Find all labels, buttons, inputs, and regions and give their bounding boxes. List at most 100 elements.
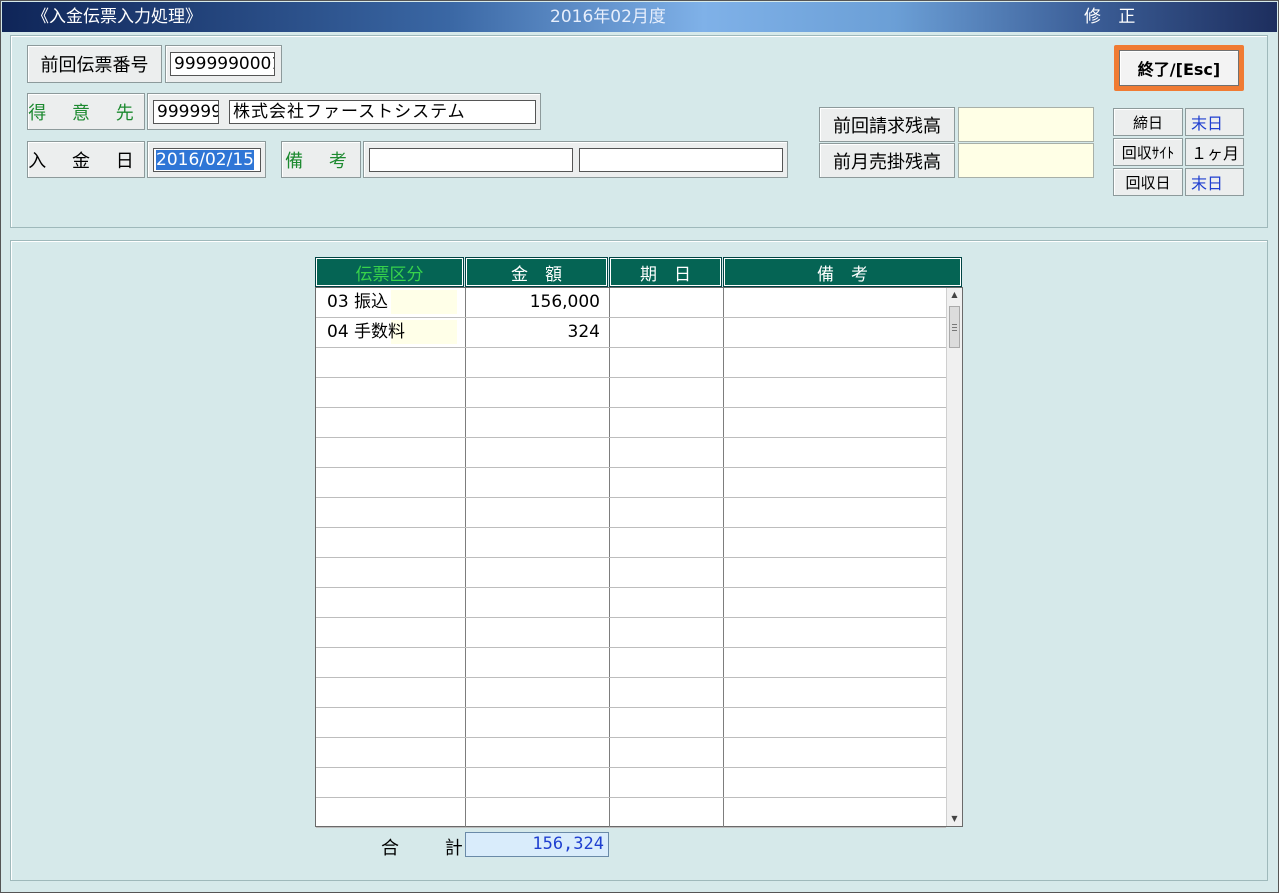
cell-amount[interactable] [466, 558, 610, 587]
table-row[interactable] [316, 468, 946, 498]
cell-amount[interactable] [466, 708, 610, 737]
cell-kubun[interactable] [316, 408, 466, 437]
table-row[interactable] [316, 528, 946, 558]
cell-kubun[interactable] [316, 678, 466, 707]
table-row[interactable] [316, 588, 946, 618]
date-input[interactable]: 2016/02/15 [153, 148, 261, 172]
cell-amount[interactable] [466, 528, 610, 557]
cell-memo[interactable] [724, 408, 946, 437]
cell-kubun[interactable]: 04 手数料 [316, 318, 466, 347]
cell-memo[interactable] [724, 768, 946, 797]
exit-button[interactable]: 終了/[Esc] [1119, 50, 1239, 86]
cell-kubun[interactable] [316, 648, 466, 677]
cell-amount[interactable]: 324 [466, 318, 610, 347]
cell-kubun[interactable] [316, 618, 466, 647]
table-row[interactable] [316, 678, 946, 708]
cell-due[interactable] [610, 588, 724, 617]
cell-memo[interactable] [724, 378, 946, 407]
cell-kubun[interactable] [316, 468, 466, 497]
grid-scrollbar[interactable]: ▲ ▼ [946, 288, 962, 826]
table-row[interactable] [316, 408, 946, 438]
cell-memo[interactable] [724, 498, 946, 527]
cell-amount[interactable] [466, 468, 610, 497]
cell-due[interactable] [610, 378, 724, 407]
col-header-memo[interactable]: 備 考 [723, 257, 962, 287]
cell-due[interactable] [610, 708, 724, 737]
cell-kubun[interactable] [316, 348, 466, 377]
cell-amount[interactable] [466, 408, 610, 437]
cell-kubun[interactable]: 03 振込 [316, 288, 466, 317]
cell-kubun[interactable] [316, 498, 466, 527]
scroll-up-icon[interactable]: ▲ [947, 288, 962, 302]
cell-due[interactable] [610, 798, 724, 827]
cell-memo[interactable] [724, 438, 946, 467]
table-row[interactable] [316, 738, 946, 768]
cell-amount[interactable]: 156,000 [466, 288, 610, 317]
cell-kubun[interactable] [316, 768, 466, 797]
cell-amount[interactable] [466, 498, 610, 527]
table-row[interactable] [316, 798, 946, 828]
cell-due[interactable] [610, 768, 724, 797]
cell-amount[interactable] [466, 348, 610, 377]
col-header-due[interactable]: 期 日 [609, 257, 722, 287]
cell-amount[interactable] [466, 438, 610, 467]
cell-due[interactable] [610, 738, 724, 767]
cell-kubun[interactable] [316, 798, 466, 827]
cell-memo[interactable] [724, 588, 946, 617]
cell-due[interactable] [610, 618, 724, 647]
cell-due[interactable] [610, 648, 724, 677]
scroll-thumb[interactable] [949, 306, 960, 348]
cell-memo[interactable] [724, 528, 946, 557]
table-row[interactable]: 03 振込 156,000 [316, 288, 946, 318]
cell-memo[interactable] [724, 468, 946, 497]
cell-memo[interactable] [724, 558, 946, 587]
cell-kubun[interactable] [316, 528, 466, 557]
col-header-amount[interactable]: 金 額 [465, 257, 608, 287]
cell-due[interactable] [610, 288, 724, 317]
cell-amount[interactable] [466, 378, 610, 407]
cell-kubun[interactable] [316, 438, 466, 467]
cell-amount[interactable] [466, 648, 610, 677]
cell-memo[interactable] [724, 678, 946, 707]
cell-amount[interactable] [466, 678, 610, 707]
cell-memo[interactable] [724, 348, 946, 377]
cell-kubun[interactable] [316, 708, 466, 737]
table-row[interactable]: 04 手数料 324 [316, 318, 946, 348]
table-row[interactable] [316, 498, 946, 528]
cell-amount[interactable] [466, 768, 610, 797]
cell-kubun[interactable] [316, 588, 466, 617]
cell-memo[interactable] [724, 618, 946, 647]
scroll-down-icon[interactable]: ▼ [947, 812, 962, 826]
table-row[interactable] [316, 618, 946, 648]
table-row[interactable] [316, 768, 946, 798]
cell-memo[interactable] [724, 708, 946, 737]
customer-code-input[interactable]: 999999 [153, 100, 219, 124]
cell-memo[interactable] [724, 648, 946, 677]
cell-amount[interactable] [466, 588, 610, 617]
cell-due[interactable] [610, 318, 724, 347]
cell-due[interactable] [610, 408, 724, 437]
table-row[interactable] [316, 558, 946, 588]
memo1-input[interactable] [369, 148, 573, 172]
table-row[interactable] [316, 648, 946, 678]
cell-due[interactable] [610, 498, 724, 527]
cell-due[interactable] [610, 528, 724, 557]
cell-amount[interactable] [466, 798, 610, 827]
col-header-kubun[interactable]: 伝票区分 [315, 257, 464, 287]
cell-due[interactable] [610, 348, 724, 377]
cell-kubun[interactable] [316, 738, 466, 767]
table-row[interactable] [316, 348, 946, 378]
cell-amount[interactable] [466, 738, 610, 767]
cell-kubun[interactable] [316, 378, 466, 407]
cell-memo[interactable] [724, 288, 946, 317]
cell-amount[interactable] [466, 618, 610, 647]
cell-kubun[interactable] [316, 558, 466, 587]
cell-memo[interactable] [724, 318, 946, 347]
cell-due[interactable] [610, 438, 724, 467]
cell-memo[interactable] [724, 798, 946, 827]
cell-due[interactable] [610, 468, 724, 497]
table-row[interactable] [316, 378, 946, 408]
memo2-input[interactable] [579, 148, 783, 172]
table-row[interactable] [316, 438, 946, 468]
cell-due[interactable] [610, 558, 724, 587]
